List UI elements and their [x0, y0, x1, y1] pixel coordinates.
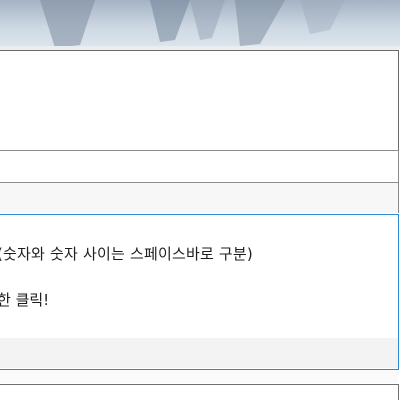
click-instruction-text: 한 클릭!	[0, 291, 50, 309]
hero-photo	[0, 0, 400, 50]
content-panel	[0, 50, 399, 151]
input-field-row[interactable]	[0, 150, 399, 182]
input-field-row-secondary[interactable]	[0, 182, 399, 213]
hero-image	[0, 0, 400, 50]
separator-instruction-text: (숫자와 숫자 사이는 스페이스바로 구분)	[0, 245, 253, 263]
bottom-bar	[0, 384, 399, 400]
bottom-strip	[0, 370, 398, 383]
info-footer	[0, 338, 398, 368]
page: (숫자와 숫자 사이는 스페이스바로 구분) 한 클릭!	[0, 0, 400, 400]
